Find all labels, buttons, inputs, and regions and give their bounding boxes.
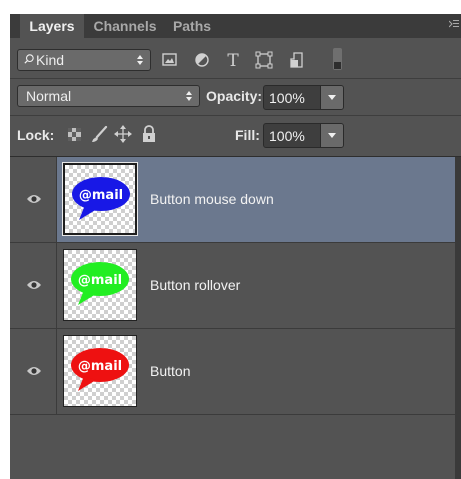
fill-value[interactable]: 100% xyxy=(269,128,305,144)
layers-panel: Layers Channels Paths Kind T Normal Opac… xyxy=(10,14,461,479)
blend-mode-select[interactable]: Normal xyxy=(17,85,200,107)
layer-row-button-mouse-down[interactable]: @mail Button mouse down xyxy=(10,157,455,243)
search-icon xyxy=(24,54,34,64)
eye-icon[interactable] xyxy=(26,365,42,377)
layer-thumbnail[interactable]: @mail xyxy=(62,162,138,236)
layer-name[interactable]: Button rollover xyxy=(150,277,240,293)
opacity-value[interactable]: 100% xyxy=(269,90,305,106)
svg-text:T: T xyxy=(227,51,239,70)
chevron-updown-icon xyxy=(137,55,143,65)
eye-icon[interactable] xyxy=(26,279,42,291)
chevron-updown-icon xyxy=(186,91,192,101)
layer-name[interactable]: Button xyxy=(150,363,190,379)
shape-layer-filter-icon[interactable] xyxy=(253,50,275,70)
panel-menu-icon[interactable] xyxy=(448,18,459,32)
adjustment-layer-filter-icon[interactable] xyxy=(191,50,213,70)
chevron-down-icon xyxy=(328,95,336,100)
bubble-text: @mail xyxy=(78,273,122,288)
layers-list: @mail Button mouse down @mail Button rol… xyxy=(10,157,455,479)
bubble-text: @mail xyxy=(78,359,122,374)
opacity-label: Opacity: xyxy=(206,88,263,104)
lock-transparent-pixels-icon[interactable] xyxy=(66,124,84,144)
layer-row-button-rollover[interactable]: @mail Button rollover xyxy=(10,243,455,329)
mail-bubble-graphic: @mail xyxy=(71,262,129,305)
fill-field[interactable]: 100% xyxy=(263,123,344,148)
mail-bubble-graphic: @mail xyxy=(72,177,130,220)
lock-image-pixels-icon[interactable] xyxy=(90,124,108,144)
fill-dropdown-button[interactable] xyxy=(320,124,343,147)
layer-name[interactable]: Button mouse down xyxy=(150,191,274,207)
lock-label: Lock: xyxy=(17,127,55,143)
opacity-field[interactable]: 100% xyxy=(263,85,344,110)
visibility-column xyxy=(10,329,57,414)
smart-object-filter-icon[interactable] xyxy=(286,50,308,70)
tab-channels[interactable]: Channels xyxy=(88,14,162,38)
layers-scrollbar-track[interactable] xyxy=(455,157,461,479)
visibility-column xyxy=(10,243,57,328)
tab-layers[interactable]: Layers xyxy=(20,14,84,38)
lock-position-icon[interactable] xyxy=(114,124,132,144)
bubble-text: @mail xyxy=(79,188,123,203)
layer-row-button[interactable]: @mail Button xyxy=(10,329,455,415)
chevron-down-icon xyxy=(328,133,336,138)
tab-paths[interactable]: Paths xyxy=(167,14,217,38)
filter-kind-select[interactable]: Kind xyxy=(17,49,151,71)
visibility-column xyxy=(10,157,57,242)
opacity-dropdown-button[interactable] xyxy=(320,86,343,109)
panel-tab-bar: Layers Channels Paths xyxy=(10,14,461,38)
eye-icon[interactable] xyxy=(26,193,42,205)
filter-toggle-switch[interactable] xyxy=(333,48,342,70)
lock-all-icon[interactable] xyxy=(140,124,158,144)
fill-label: Fill: xyxy=(235,127,260,143)
mail-bubble-graphic: @mail xyxy=(71,348,129,391)
type-layer-filter-icon[interactable]: T xyxy=(222,50,244,70)
pixel-layer-filter-icon[interactable] xyxy=(158,50,180,70)
blend-mode-value: Normal xyxy=(26,88,72,104)
filter-kind-label: Kind xyxy=(36,52,65,68)
layer-thumbnail[interactable]: @mail xyxy=(63,249,137,321)
layer-thumbnail[interactable]: @mail xyxy=(63,335,137,407)
